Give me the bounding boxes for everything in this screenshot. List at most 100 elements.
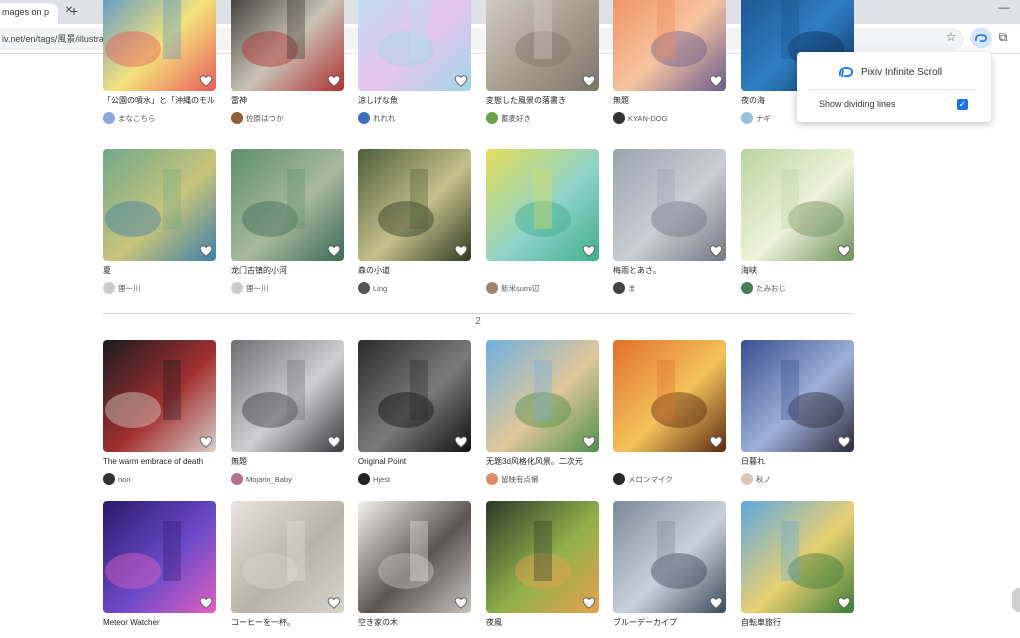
artist-info[interactable]: Hjest [358, 473, 390, 485]
like-heart-icon[interactable] [199, 74, 213, 88]
artwork-thumbnail[interactable] [613, 340, 726, 452]
avatar[interactable] [358, 282, 370, 294]
artist-info[interactable]: Ling [358, 282, 387, 294]
avatar[interactable] [613, 112, 625, 124]
artwork-thumbnail[interactable] [613, 0, 726, 91]
like-heart-icon[interactable] [709, 74, 723, 88]
artwork-title[interactable]: 自転車旅行 [741, 618, 854, 628]
artist-name[interactable]: Ling [373, 284, 387, 293]
like-heart-icon[interactable] [582, 435, 596, 449]
avatar[interactable] [103, 112, 115, 124]
artwork-thumbnail[interactable] [231, 340, 344, 452]
artist-name[interactable]: たみおじ [756, 283, 786, 294]
artwork-title[interactable]: ブルーデーカイブ [613, 618, 726, 628]
artist-info[interactable]: ま [613, 282, 636, 294]
artist-info[interactable]: れれれ [358, 112, 396, 124]
browser-tab[interactable]: mages on p [0, 3, 58, 24]
artwork-title[interactable]: Original Point [358, 457, 471, 467]
artist-name[interactable]: 狸一川 [118, 283, 141, 294]
artwork-title[interactable]: 夜風 [486, 618, 599, 628]
avatar[interactable] [231, 112, 243, 124]
avatar[interactable] [358, 473, 370, 485]
like-heart-icon[interactable] [582, 596, 596, 610]
artwork-thumbnail[interactable] [486, 149, 599, 261]
dividing-lines-checkbox[interactable]: ✓ [957, 99, 968, 110]
artwork-title[interactable]: Meteor Watcher [103, 618, 216, 628]
like-heart-icon[interactable] [199, 435, 213, 449]
artwork-thumbnail[interactable] [741, 340, 854, 452]
artist-info[interactable]: ナギ [741, 112, 771, 124]
artist-info[interactable]: たみおじ [741, 282, 786, 294]
artwork-title[interactable]: 空き家の木 [358, 618, 471, 628]
artwork-title[interactable]: 梅雨とあさ。 [613, 266, 726, 276]
artist-info[interactable]: 新米sumi辺 [486, 282, 539, 294]
avatar[interactable] [103, 282, 115, 294]
avatar[interactable] [741, 282, 753, 294]
artwork-thumbnail[interactable] [231, 0, 344, 91]
artist-name[interactable]: 狸一川 [246, 283, 269, 294]
avatar[interactable] [231, 282, 243, 294]
artist-name[interactable]: Mojarin_Baby [246, 475, 292, 484]
artist-name[interactable]: ナギ [756, 113, 771, 124]
artwork-thumbnail[interactable] [231, 149, 344, 261]
avatar[interactable] [486, 282, 498, 294]
artwork-thumbnail[interactable] [741, 149, 854, 261]
avatar[interactable] [741, 473, 753, 485]
artist-info[interactable]: Mojarin_Baby [231, 473, 292, 485]
artwork-thumbnail[interactable] [103, 340, 216, 452]
like-heart-icon[interactable] [582, 244, 596, 258]
artist-name[interactable]: れれれ [373, 113, 396, 124]
like-heart-icon[interactable] [327, 244, 341, 258]
like-heart-icon[interactable] [454, 435, 468, 449]
artist-info[interactable]: KYAN-DOG [613, 112, 667, 124]
like-heart-icon[interactable] [199, 596, 213, 610]
artwork-thumbnail[interactable] [613, 149, 726, 261]
artwork-title[interactable]: 龙门古镇的小河 [231, 266, 344, 276]
artist-name[interactable]: KYAN-DOG [628, 114, 667, 123]
artist-info[interactable]: 狸一川 [103, 282, 141, 294]
like-heart-icon[interactable] [709, 596, 723, 610]
artist-name[interactable]: メロンマイク [628, 474, 673, 485]
artist-info[interactable]: 蓄麦好き [486, 112, 531, 124]
artist-name[interactable]: 秋ノ [756, 474, 771, 485]
artwork-thumbnail[interactable] [486, 501, 599, 613]
artist-name[interactable]: 蓄麦好き [501, 113, 531, 124]
artwork-title[interactable]: 森の小道 [358, 266, 471, 276]
extensions-puzzle-icon[interactable]: ⧉ [995, 30, 1011, 46]
bookmark-star-icon[interactable]: ☆ [944, 30, 958, 46]
like-heart-icon[interactable] [582, 74, 596, 88]
scrollbar-thumb[interactable] [1012, 588, 1020, 612]
like-heart-icon[interactable] [837, 435, 851, 449]
artwork-title[interactable]: The warm embrace of death [103, 457, 216, 467]
artwork-thumbnail[interactable] [613, 501, 726, 613]
avatar[interactable] [103, 473, 115, 485]
artist-name[interactable]: non [118, 475, 131, 484]
avatar[interactable] [358, 112, 370, 124]
artwork-thumbnail[interactable] [358, 0, 471, 91]
artwork-thumbnail[interactable] [358, 501, 471, 613]
artwork-title[interactable]: 日暮れ [741, 457, 854, 467]
artwork-thumbnail[interactable] [486, 340, 599, 452]
artwork-title[interactable]: 涼しげな魚 [358, 96, 471, 106]
like-heart-icon[interactable] [327, 435, 341, 449]
artwork-thumbnail[interactable] [103, 501, 216, 613]
artist-name[interactable]: 留映有点懒 [501, 474, 539, 485]
artist-info[interactable]: 留映有点懒 [486, 473, 539, 485]
artist-info[interactable]: 佐原はつか [231, 112, 284, 124]
artist-name[interactable]: 佐原はつか [246, 113, 284, 124]
artwork-thumbnail[interactable] [486, 0, 599, 91]
artwork-thumbnail[interactable] [231, 501, 344, 613]
artwork-title[interactable]: 夏 [103, 266, 216, 276]
new-tab-icon[interactable]: + [67, 4, 81, 18]
artwork-thumbnail[interactable] [103, 149, 216, 261]
like-heart-icon[interactable] [837, 596, 851, 610]
avatar[interactable] [613, 282, 625, 294]
artwork-title[interactable]: 変態した風景の落書き [486, 96, 599, 106]
like-heart-icon[interactable] [454, 596, 468, 610]
avatar[interactable] [231, 473, 243, 485]
like-heart-icon[interactable] [709, 244, 723, 258]
artwork-thumbnail[interactable] [103, 0, 216, 91]
like-heart-icon[interactable] [454, 74, 468, 88]
artist-info[interactable]: 秋ノ [741, 473, 771, 485]
artist-info[interactable]: まなこちら [103, 112, 156, 124]
